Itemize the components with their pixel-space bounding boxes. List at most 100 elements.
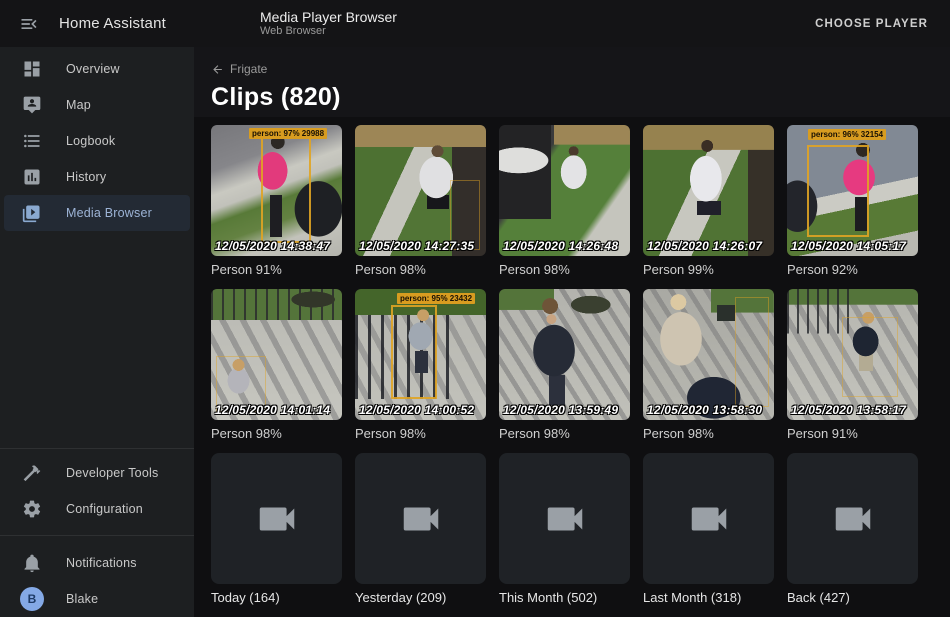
clip-item[interactable]: 12/05/2020 14:26:07 Person 99% <box>643 125 774 277</box>
clip-thumbnail: 12/05/2020 14:27:35 <box>355 125 486 256</box>
detection-label: person: 96% 32154 <box>808 129 886 140</box>
clip-caption: Person 98% <box>643 426 774 441</box>
sidebar-item-label: Logbook <box>66 134 115 148</box>
clip-thumbnail: 12/05/2020 13:58:30 <box>643 289 774 420</box>
clip-caption: Person 99% <box>643 262 774 277</box>
clip-item[interactable]: person: 96% 32154 12/05/2020 14:05:17 Pe… <box>787 125 918 277</box>
video-icon <box>830 496 876 542</box>
clip-item[interactable]: 12/05/2020 13:58:30 Person 98% <box>643 289 774 441</box>
media-browser-panel: Frigate Clips (820) person: 97% 29988 12… <box>194 47 950 617</box>
back-button[interactable]: Frigate <box>211 62 267 76</box>
folder-label: Yesterday (209) <box>355 590 486 605</box>
clip-thumbnail: 12/05/2020 14:26:07 <box>643 125 774 256</box>
clip-thumbnail: 12/05/2020 14:26:48 <box>499 125 630 256</box>
clip-caption: Person 91% <box>211 262 342 277</box>
player-title-block: Media Player Browser Web Browser <box>260 9 397 39</box>
clip-thumbnail: 12/05/2020 14:01:14 <box>211 289 342 420</box>
clip-item[interactable]: 12/05/2020 14:26:48 Person 98% <box>499 125 630 277</box>
sidebar-item-label: Overview <box>66 62 120 76</box>
clip-caption: Person 98% <box>355 262 486 277</box>
folder-thumbnail <box>499 453 630 584</box>
clip-item[interactable]: person: 95% 23432 12/05/2020 14:00:52 Pe… <box>355 289 486 441</box>
folder-thumbnail <box>787 453 918 584</box>
sidebar-item-notifications[interactable]: Notifications <box>4 545 190 581</box>
sidebar-item-history[interactable]: History <box>4 159 190 195</box>
sidebar-item-label: Configuration <box>66 502 143 516</box>
clip-caption: Person 98% <box>355 426 486 441</box>
sidebar-divider <box>0 448 194 449</box>
sidebar-item-label: History <box>66 170 106 184</box>
player-title: Media Player Browser <box>260 9 397 26</box>
clip-item[interactable]: 12/05/2020 14:27:35 Person 98% <box>355 125 486 277</box>
clip-thumbnail: person: 95% 23432 12/05/2020 14:00:52 <box>355 289 486 420</box>
clip-thumbnail: 12/05/2020 13:58:17 <box>787 289 918 420</box>
clip-thumbnail: person: 97% 29988 12/05/2020 14:38:47 <box>211 125 342 256</box>
sidebar-item-media-browser[interactable]: Media Browser <box>4 195 190 231</box>
folder-label: This Month (502) <box>499 590 630 605</box>
clip-timestamp-overlay: 12/05/2020 14:27:35 <box>359 239 474 253</box>
sidebar: Overview Map Logbook History Media Brows… <box>0 47 194 617</box>
list-bulleted-icon <box>22 131 42 151</box>
avatar: B <box>20 587 44 611</box>
sidebar-item-logbook[interactable]: Logbook <box>4 123 190 159</box>
sidebar-item-configuration[interactable]: Configuration <box>4 491 190 527</box>
detection-bbox <box>807 145 869 237</box>
folder-item-this-month[interactable]: This Month (502) <box>499 453 630 605</box>
sidebar-item-map[interactable]: Map <box>4 87 190 123</box>
hammer-icon <box>22 463 42 483</box>
detection-bbox <box>261 135 311 243</box>
detection-bbox <box>391 305 437 399</box>
folder-thumbnail <box>643 453 774 584</box>
video-icon <box>254 496 300 542</box>
clip-item[interactable]: 12/05/2020 13:58:17 Person 91% <box>787 289 918 441</box>
folder-thumbnail <box>355 453 486 584</box>
sidebar-divider <box>0 535 194 536</box>
clip-timestamp-overlay: 12/05/2020 14:01:14 <box>215 403 330 417</box>
user-name: Blake <box>66 592 98 606</box>
sidebar-item-user[interactable]: B Blake <box>4 581 190 617</box>
clip-item[interactable]: person: 97% 29988 12/05/2020 14:38:47 Pe… <box>211 125 342 277</box>
clip-timestamp-overlay: 12/05/2020 13:58:17 <box>791 403 906 417</box>
detection-label: person: 95% 23432 <box>397 293 475 304</box>
folder-thumbnail <box>211 453 342 584</box>
menu-open-icon[interactable] <box>17 12 41 36</box>
sidebar-item-label: Map <box>66 98 91 112</box>
clip-caption: Person 92% <box>787 262 918 277</box>
clip-item[interactable]: 12/05/2020 14:01:14 Person 98% <box>211 289 342 441</box>
folder-item-yesterday[interactable]: Yesterday (209) <box>355 453 486 605</box>
clip-timestamp-overlay: 12/05/2020 13:58:30 <box>647 403 762 417</box>
choose-player-button[interactable]: CHOOSE PLAYER <box>807 10 936 38</box>
media-browser-header: Frigate Clips (820) <box>194 47 950 117</box>
app-title: Home Assistant <box>59 15 166 32</box>
clip-thumbnail: person: 96% 32154 12/05/2020 14:05:17 <box>787 125 918 256</box>
clip-timestamp-overlay: 12/05/2020 13:59:49 <box>503 403 618 417</box>
sidebar-item-label: Developer Tools <box>66 466 158 480</box>
play-box-multiple-icon <box>22 203 42 223</box>
clip-caption: Person 98% <box>211 426 342 441</box>
player-subtitle: Web Browser <box>260 25 397 38</box>
clip-thumbnail: 12/05/2020 13:59:49 <box>499 289 630 420</box>
sidebar-header: Home Assistant <box>0 12 194 36</box>
tooltip-account-icon <box>22 95 42 115</box>
sidebar-item-developer-tools[interactable]: Developer Tools <box>4 455 190 491</box>
clip-caption: Person 98% <box>499 262 630 277</box>
clip-timestamp-overlay: 12/05/2020 14:00:52 <box>359 403 474 417</box>
video-icon <box>398 496 444 542</box>
clip-caption: Person 91% <box>787 426 918 441</box>
folder-item-today[interactable]: Today (164) <box>211 453 342 605</box>
video-icon <box>686 496 732 542</box>
top-app-bar: Home Assistant Media Player Browser Web … <box>0 0 950 47</box>
arrow-left-icon <box>211 63 224 76</box>
folder-item-back[interactable]: Back (427) <box>787 453 918 605</box>
clip-item[interactable]: 12/05/2020 13:59:49 Person 98% <box>499 289 630 441</box>
folder-item-last-month[interactable]: Last Month (318) <box>643 453 774 605</box>
clips-grid: person: 97% 29988 12/05/2020 14:38:47 Pe… <box>194 117 950 605</box>
clip-timestamp-overlay: 12/05/2020 14:26:48 <box>503 239 618 253</box>
page-title: Clips (820) <box>211 83 933 112</box>
sidebar-item-overview[interactable]: Overview <box>4 51 190 87</box>
folder-label: Today (164) <box>211 590 342 605</box>
folder-label: Back (427) <box>787 590 918 605</box>
sidebar-item-label: Media Browser <box>66 206 152 220</box>
detection-bbox <box>842 317 898 397</box>
detection-bbox <box>735 297 769 407</box>
